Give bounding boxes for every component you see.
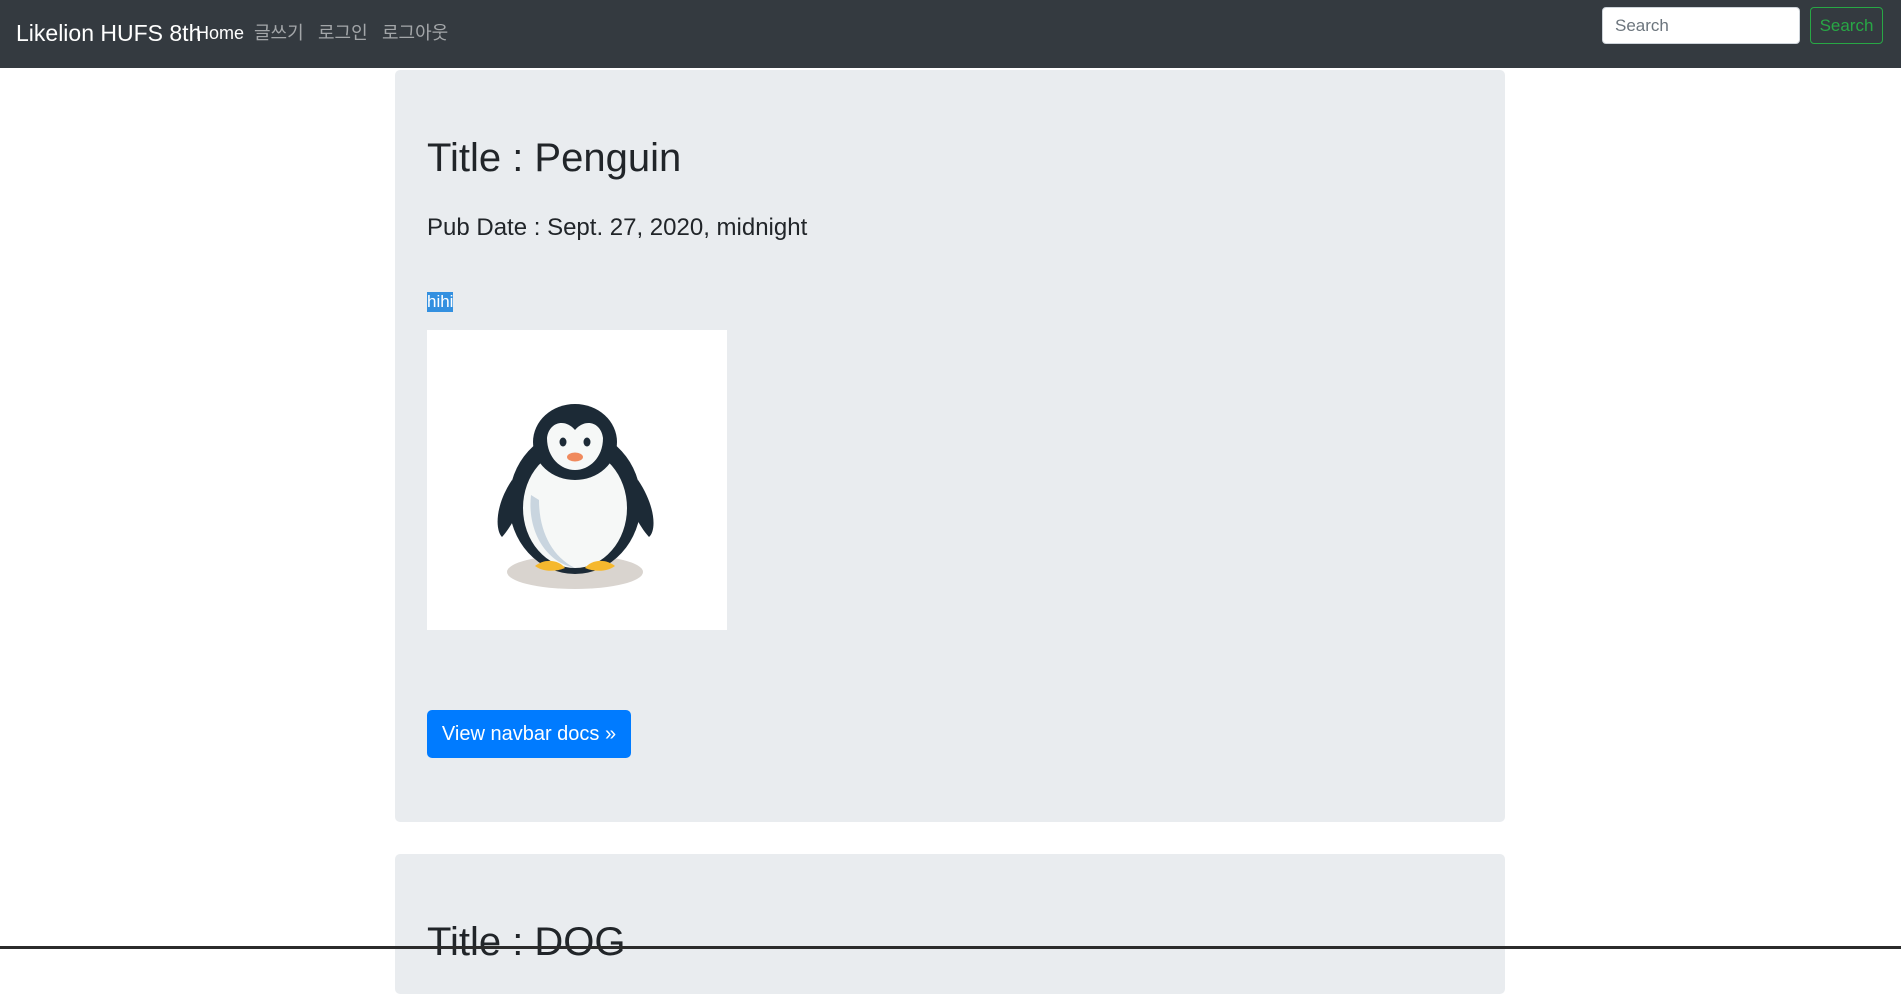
post-pub-date: Pub Date : Sept. 27, 2020, midnight: [427, 214, 808, 241]
post-title: Title : Penguin: [427, 136, 682, 180]
penguin-icon: [497, 404, 654, 589]
post-card: Title : Penguin Pub Date : Sept. 27, 202…: [395, 70, 1505, 822]
top-navbar: Likelion HUFS 8th Home 글쓰기 로그인 로그아웃 Sear…: [0, 0, 1901, 68]
nav-link-login[interactable]: 로그인: [318, 21, 368, 45]
search-input[interactable]: [1602, 7, 1800, 44]
post-card: Title : DOG: [395, 854, 1505, 994]
post-body-text: hihi: [427, 292, 454, 312]
post-title: Title : DOG: [427, 920, 626, 964]
nav-link-write[interactable]: 글쓰기: [254, 21, 304, 45]
view-navbar-docs-button[interactable]: View navbar docs »: [427, 710, 631, 758]
nav-link-home[interactable]: Home: [196, 21, 244, 45]
search-button[interactable]: Search: [1810, 7, 1883, 44]
navbar-brand[interactable]: Likelion HUFS 8th: [16, 19, 201, 47]
penguin-image: [427, 330, 727, 630]
nav-link-logout[interactable]: 로그아웃: [382, 21, 448, 45]
